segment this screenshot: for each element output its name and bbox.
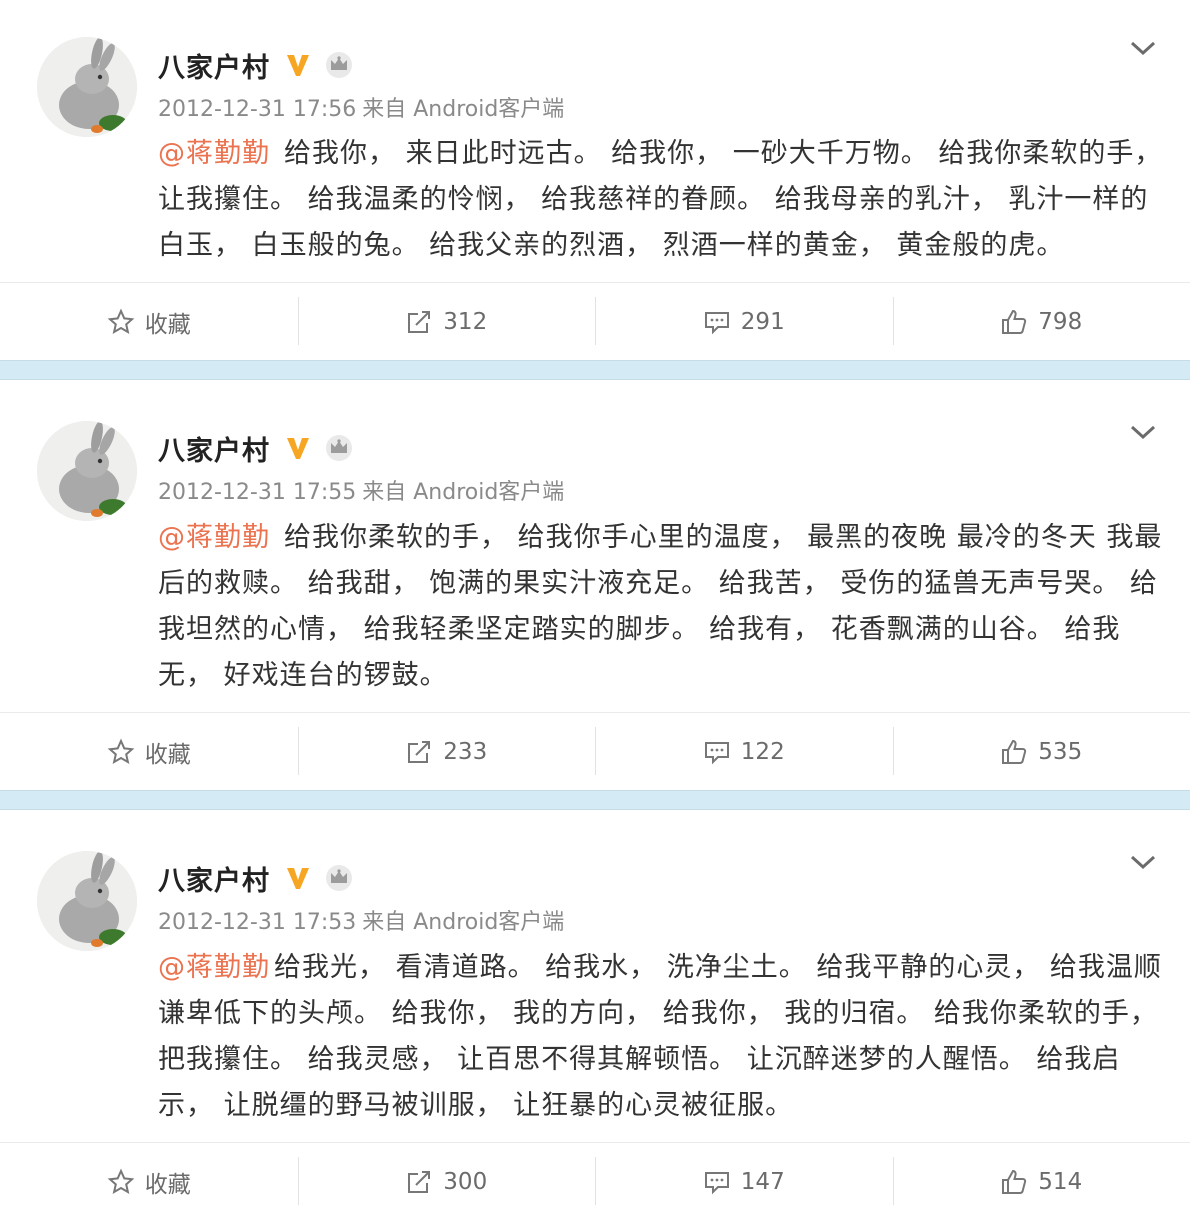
share-icon (405, 738, 433, 766)
weibo-post: 八家户村 2012-12-31 17:56来自 Android客户端 @蒋勤勤给… (0, 0, 1190, 360)
share-icon (405, 1168, 433, 1196)
chevron-down-icon[interactable] (1128, 422, 1158, 442)
comment-count: 122 (741, 739, 785, 765)
post-text: 给我你柔软的手， 给我你手心里的温度， 最黑的夜晚 最冷的冬天 我最后的救赎。 … (158, 522, 1162, 691)
avatar[interactable] (37, 421, 137, 521)
repost-count: 300 (443, 1169, 487, 1195)
post-separator (0, 790, 1190, 810)
favorite-button[interactable]: 收藏 (0, 283, 298, 360)
post-text: 给我你， 来日此时远古。 给我你， 一砂大千万物。 给我你柔软的手， 让我攥住。… (158, 138, 1162, 261)
favorite-label: 收藏 (145, 735, 191, 769)
post-time[interactable]: 2012-12-31 17:55 (158, 480, 356, 505)
comment-icon (703, 308, 731, 336)
post-content: @蒋勤勤给我光， 看清道路。 给我水， 洗净尘土。 给我平静的心灵， 给我温顺谦… (158, 945, 1163, 1129)
rabbit-avatar-image (37, 421, 137, 521)
chevron-down-icon[interactable] (1128, 38, 1158, 58)
verified-v-icon (284, 864, 312, 892)
favorite-button[interactable]: 收藏 (0, 1143, 298, 1220)
like-count: 514 (1038, 1169, 1082, 1195)
post-content: @蒋勤勤给我你柔软的手， 给我你手心里的温度， 最黑的夜晚 最冷的冬天 我最后的… (158, 515, 1163, 699)
rabbit-avatar-image (37, 37, 137, 137)
mention-link[interactable]: @蒋勤勤 (158, 522, 270, 553)
like-count: 535 (1038, 739, 1082, 765)
post-meta: 2012-12-31 17:53来自 Android客户端 (158, 908, 570, 938)
like-count: 798 (1038, 309, 1082, 335)
comment-icon (703, 1168, 731, 1196)
post-time[interactable]: 2012-12-31 17:56 (158, 97, 356, 122)
action-bar: 收藏 312 291 798 (0, 282, 1190, 360)
favorite-label: 收藏 (145, 1165, 191, 1199)
weibo-post: 八家户村 2012-12-31 17:53来自 Android客户端 @蒋勤勤给… (0, 810, 1190, 1214)
post-separator (0, 360, 1190, 380)
like-button[interactable]: 535 (893, 713, 1190, 790)
crown-icon[interactable] (324, 863, 354, 893)
repost-count: 233 (443, 739, 487, 765)
repost-button[interactable]: 300 (298, 1143, 596, 1220)
comment-button[interactable]: 122 (595, 713, 893, 790)
thumbs-up-icon (1000, 1168, 1028, 1196)
favorite-label: 收藏 (145, 305, 191, 339)
avatar[interactable] (37, 37, 137, 137)
action-bar: 收藏 300 147 514 (0, 1142, 1190, 1220)
thumbs-up-icon (1000, 738, 1028, 766)
verified-v-icon (284, 51, 312, 79)
thumbs-up-icon (1000, 308, 1028, 336)
like-button[interactable]: 514 (893, 1143, 1190, 1220)
chevron-down-icon[interactable] (1128, 852, 1158, 872)
repost-button[interactable]: 312 (298, 283, 596, 360)
share-icon (405, 308, 433, 336)
crown-icon[interactable] (324, 50, 354, 80)
mention-link[interactable]: @蒋勤勤 (158, 952, 270, 983)
repost-count: 312 (443, 309, 487, 335)
author-name[interactable]: 八家户村 (158, 429, 270, 468)
author-name[interactable]: 八家户村 (158, 859, 270, 898)
post-source: 来自 Android客户端 (362, 97, 564, 122)
favorite-button[interactable]: 收藏 (0, 713, 298, 790)
post-content: @蒋勤勤给我你， 来日此时远古。 给我你， 一砂大千万物。 给我你柔软的手， 让… (158, 131, 1163, 269)
post-meta: 2012-12-31 17:55来自 Android客户端 (158, 478, 570, 508)
post-source: 来自 Android客户端 (362, 910, 564, 935)
comment-button[interactable]: 291 (595, 283, 893, 360)
crown-icon[interactable] (324, 433, 354, 463)
comment-count: 147 (741, 1169, 785, 1195)
comment-button[interactable]: 147 (595, 1143, 893, 1220)
repost-button[interactable]: 233 (298, 713, 596, 790)
like-button[interactable]: 798 (893, 283, 1190, 360)
avatar[interactable] (37, 851, 137, 951)
post-source: 来自 Android客户端 (362, 480, 564, 505)
star-icon (107, 308, 135, 336)
star-icon (107, 738, 135, 766)
action-bar: 收藏 233 122 535 (0, 712, 1190, 790)
verified-v-icon (284, 434, 312, 462)
post-meta: 2012-12-31 17:56来自 Android客户端 (158, 95, 570, 125)
post-time[interactable]: 2012-12-31 17:53 (158, 910, 356, 935)
mention-link[interactable]: @蒋勤勤 (158, 138, 270, 169)
weibo-post: 八家户村 2012-12-31 17:55来自 Android客户端 @蒋勤勤给… (0, 380, 1190, 790)
author-name[interactable]: 八家户村 (158, 46, 270, 85)
comment-count: 291 (741, 309, 785, 335)
post-text: 给我光， 看清道路。 给我水， 洗净尘土。 给我平静的心灵， 给我温顺谦卑低下的… (158, 952, 1162, 1121)
comment-icon (703, 738, 731, 766)
star-icon (107, 1168, 135, 1196)
rabbit-avatar-image (37, 851, 137, 951)
